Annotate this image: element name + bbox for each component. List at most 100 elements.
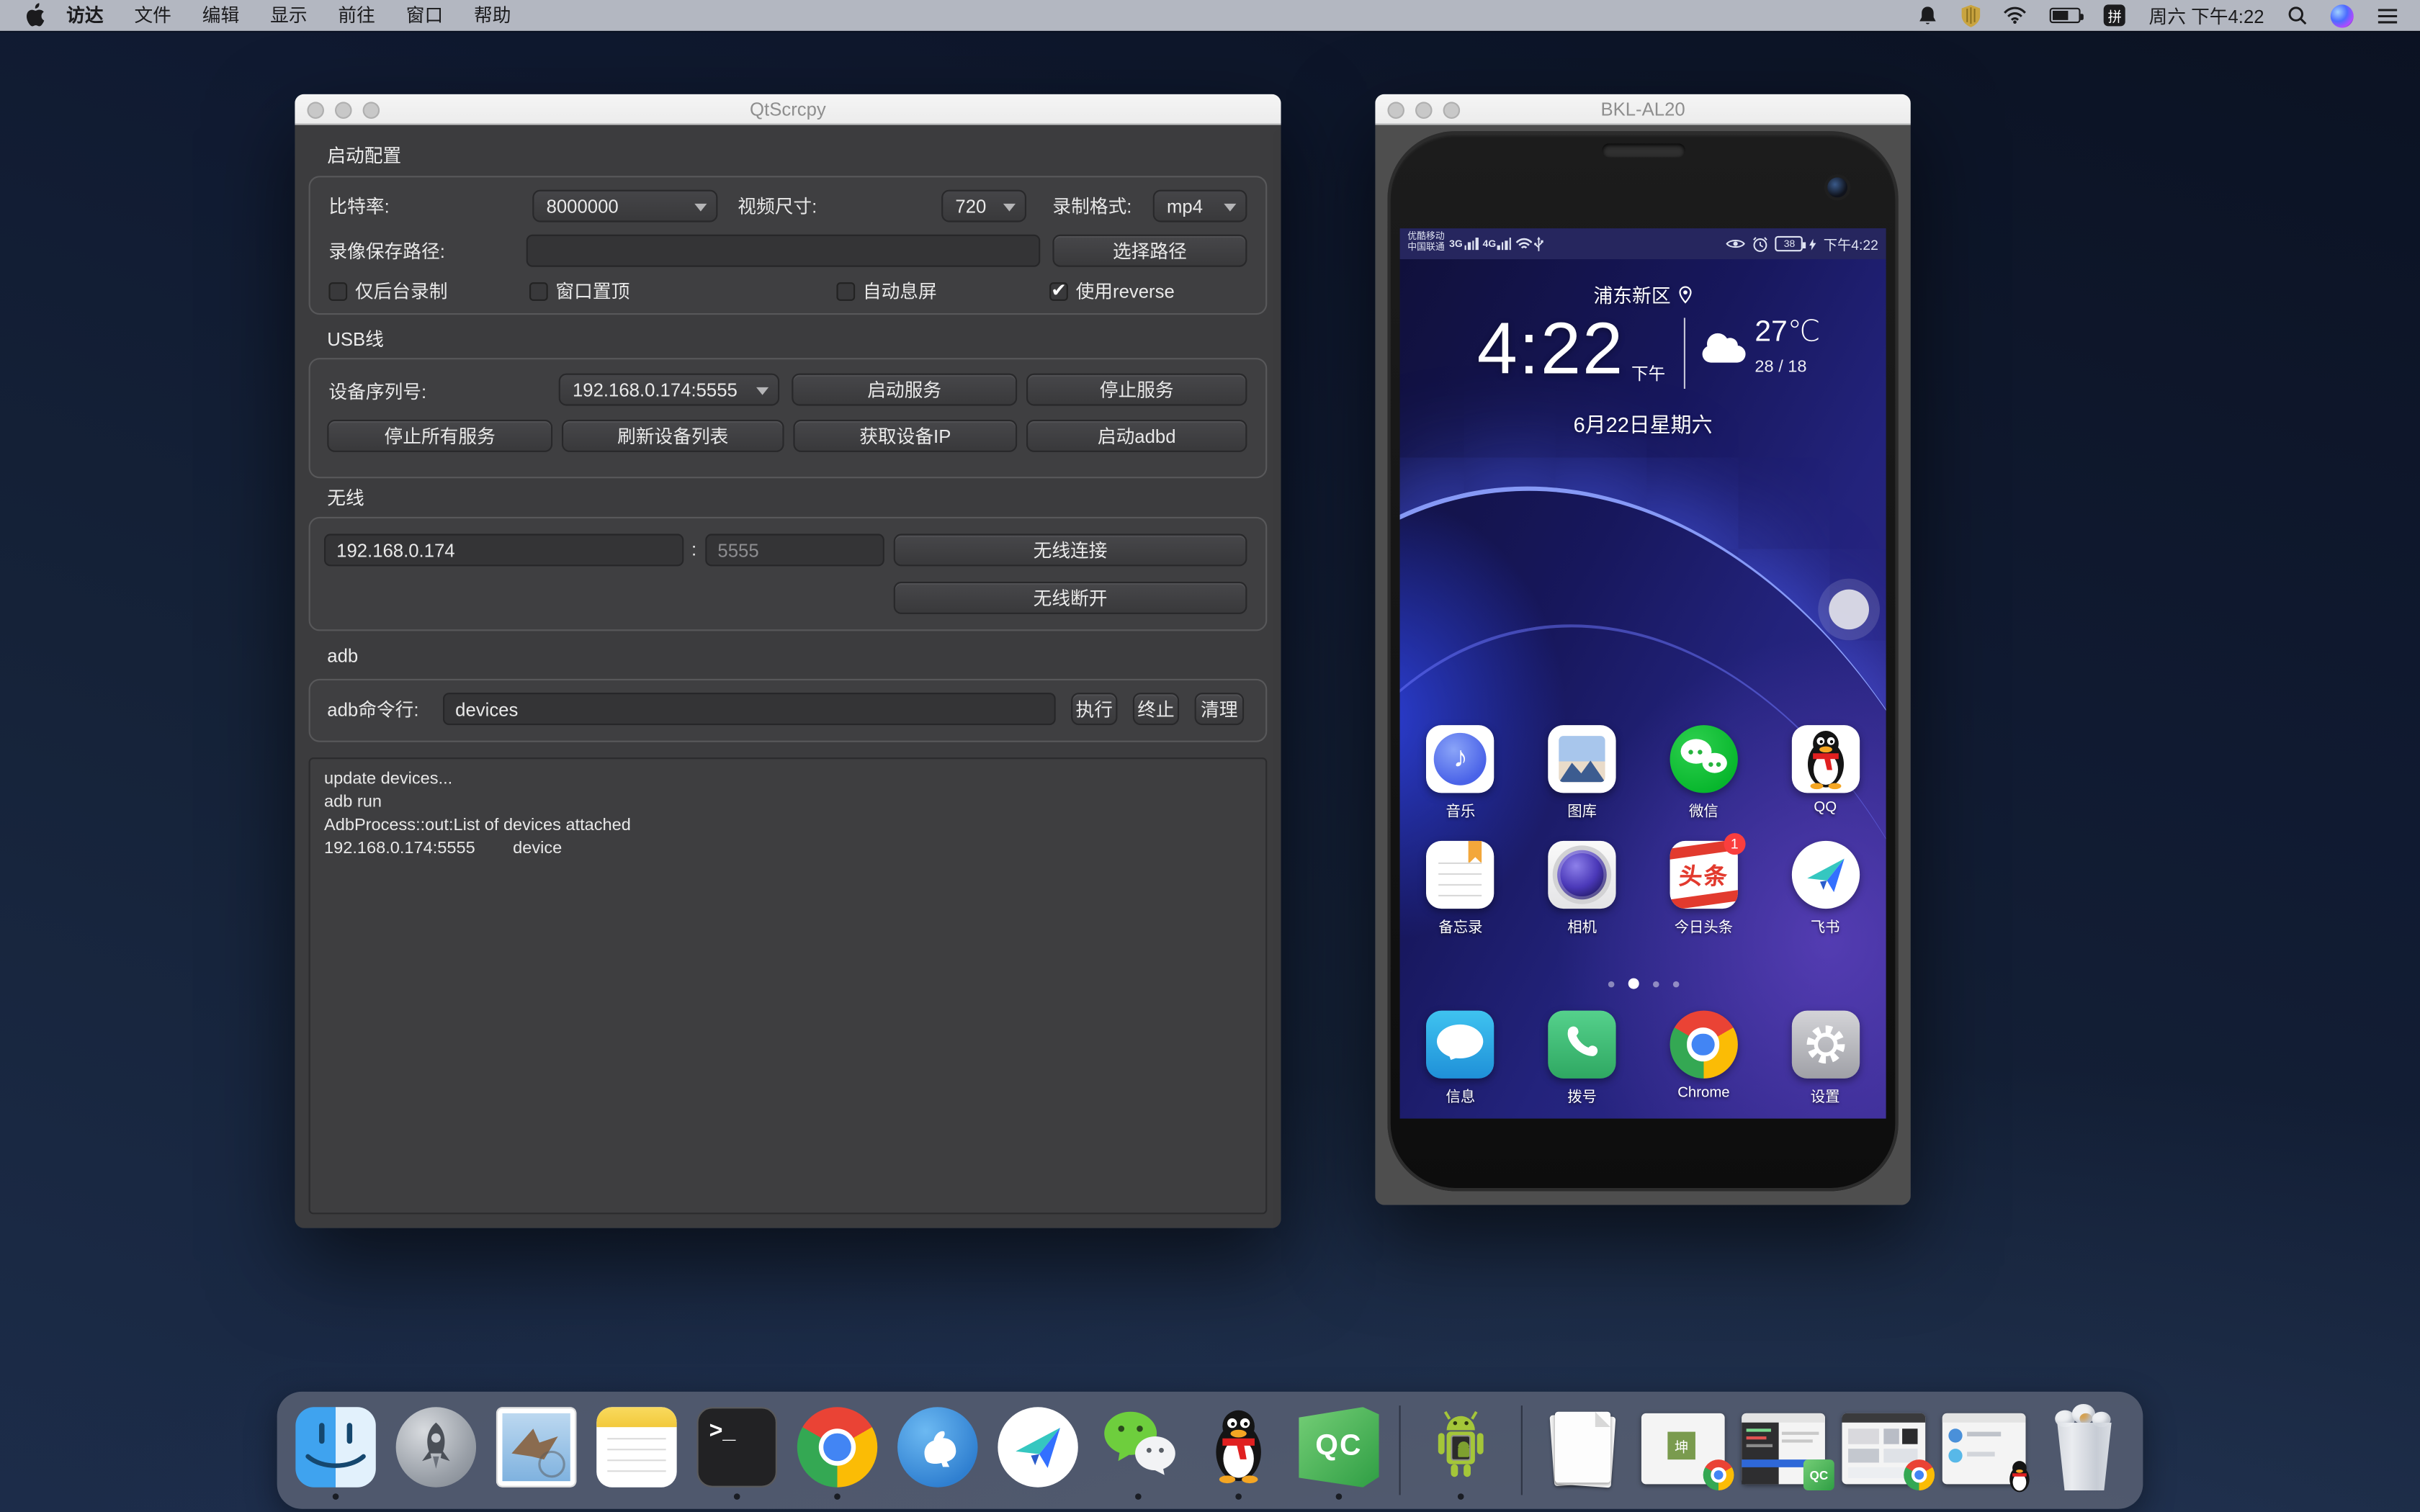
checkbox-box[interactable] — [328, 282, 347, 300]
phone-app-settings[interactable]: 设置 — [1771, 1011, 1879, 1107]
input-method-icon[interactable]: 拼 — [2104, 4, 2125, 26]
phone-app-wechat[interactable]: 微信 — [1649, 725, 1757, 821]
adb-run-button[interactable]: 执行 — [1071, 693, 1117, 725]
dock-minimized-window-qq-chat[interactable] — [1941, 1400, 2027, 1501]
close-button[interactable] — [307, 101, 324, 118]
menu-bar-clock[interactable]: 周六 下午4:22 — [2148, 2, 2264, 28]
dock-minimized-window-kun[interactable]: 坤 — [1640, 1400, 1726, 1501]
dock-item-finder[interactable] — [292, 1400, 379, 1501]
phone-app-messages[interactable]: 信息 — [1407, 1011, 1515, 1107]
section-label-adb: adb — [327, 645, 358, 667]
notifications-bell-icon[interactable] — [1917, 4, 1939, 27]
serial-combobox[interactable]: 192.168.0.174:5555 — [559, 374, 779, 406]
adb-clear-button[interactable]: 清理 — [1195, 693, 1245, 725]
dock-item-mail[interactable] — [493, 1400, 580, 1501]
checkbox-always-on-top[interactable]: 窗口置顶 — [529, 278, 629, 304]
qc-badge-icon: QC — [1803, 1459, 1834, 1490]
recordpath-label: 录像保存路径: — [328, 240, 444, 262]
wireless-disconnect-button[interactable]: 无线断开 — [894, 582, 1247, 614]
dock-item-scrcpy-android[interactable] — [1417, 1400, 1504, 1501]
running-indicator — [1135, 1493, 1142, 1500]
phone-app-toutiao[interactable]: 1 头条 今日头条 — [1649, 841, 1757, 937]
dock-item-trash[interactable] — [2041, 1400, 2128, 1501]
dock-item-seal-app[interactable] — [895, 1400, 981, 1501]
menu-view[interactable]: 显示 — [255, 0, 323, 31]
notification-center-icon[interactable] — [2377, 7, 2398, 24]
stop-all-button[interactable]: 停止所有服务 — [327, 420, 552, 452]
phone-app-qq[interactable]: QQ — [1771, 725, 1879, 821]
dock-item-qtscrcpy[interactable]: QC — [1296, 1400, 1382, 1501]
start-service-button[interactable]: 启动服务 — [792, 374, 1017, 406]
checkbox-screen-off[interactable]: 自动息屏 — [836, 278, 936, 304]
qtscrcpy-titlebar[interactable]: QtScrcpy — [295, 94, 1281, 125]
dock-minimized-window-code[interactable]: QC — [1740, 1400, 1827, 1501]
menu-app-name[interactable]: 访达 — [51, 0, 119, 31]
zoom-button[interactable] — [363, 101, 380, 118]
checkbox-label: 仅后台录制 — [355, 278, 448, 304]
phone-app-gallery[interactable]: 图库 — [1528, 725, 1636, 821]
phone-app-camera[interactable]: 相机 — [1528, 841, 1636, 937]
checkbox-box[interactable] — [1049, 282, 1068, 300]
wifi-icon[interactable] — [2004, 6, 2027, 25]
menu-help[interactable]: 帮助 — [459, 0, 526, 31]
stop-service-button[interactable]: 停止服务 — [1026, 374, 1247, 406]
checkbox-use-reverse[interactable]: 使用reverse — [1049, 278, 1175, 304]
checkbox-box[interactable] — [836, 282, 855, 300]
dock-item-qq[interactable] — [1196, 1400, 1282, 1501]
dock-minimized-window-browser[interactable] — [1840, 1400, 1927, 1501]
location-widget[interactable]: 浦东新区 — [1400, 279, 1886, 309]
adb-kill-button[interactable]: 终止 — [1133, 693, 1179, 725]
serial-value: 192.168.0.174:5555 — [573, 379, 738, 400]
assistive-touch-ball[interactable] — [1829, 590, 1869, 630]
spotlight-search-icon[interactable] — [2287, 4, 2308, 26]
phone-screen[interactable]: 优酷移动 中国联通 3G 4G — [1400, 228, 1886, 1118]
wireless-connect-button[interactable]: 无线连接 — [894, 534, 1247, 566]
videosize-combobox[interactable]: 720 — [941, 190, 1026, 222]
zoom-button[interactable] — [1443, 101, 1461, 118]
wireless-ip-value: 192.168.0.174 — [336, 539, 454, 561]
battery-icon[interactable] — [2050, 8, 2081, 23]
adb-log-output[interactable]: update devices... adb run AdbProcess::ou… — [309, 757, 1268, 1214]
carrier-1: 优酷移动 — [1407, 233, 1444, 244]
phone-app-music[interactable]: ♪ 音乐 — [1407, 725, 1515, 821]
clock-widget[interactable]: 4:22 下午 27℃ 28 / 18 — [1400, 305, 1886, 401]
phone-app-dialer[interactable]: 拨号 — [1528, 1011, 1636, 1107]
menu-edit[interactable]: 编辑 — [187, 0, 254, 31]
dock-item-document-stack[interactable] — [1540, 1400, 1626, 1501]
minimize-button[interactable] — [335, 101, 352, 118]
minimize-button[interactable] — [1415, 101, 1433, 118]
dock-item-notes[interactable] — [593, 1400, 680, 1501]
bitrate-combobox[interactable]: 8000000 — [532, 190, 717, 222]
close-button[interactable] — [1387, 101, 1404, 118]
dock-item-launchpad[interactable] — [393, 1400, 479, 1501]
dock-item-feishu[interactable] — [995, 1400, 1081, 1501]
phone-app-feishu[interactable]: 飞书 — [1771, 841, 1879, 937]
dock-item-terminal[interactable]: >_ — [694, 1400, 780, 1501]
phone-app-notes[interactable]: 备忘录 — [1407, 841, 1515, 937]
apple-menu[interactable] — [22, 3, 51, 27]
chrome-icon — [1670, 1011, 1737, 1079]
menu-file[interactable]: 文件 — [119, 0, 187, 31]
phone-app-chrome[interactable]: Chrome — [1649, 1011, 1757, 1107]
signal-3g: 3G — [1449, 238, 1478, 250]
siri-icon[interactable] — [2331, 4, 2354, 27]
checkbox-background-record[interactable]: 仅后台录制 — [328, 278, 447, 304]
adb-cmd-input[interactable]: devices — [443, 693, 1056, 725]
menu-go[interactable]: 前往 — [323, 0, 390, 31]
get-device-ip-button[interactable]: 获取设备IP — [793, 420, 1017, 452]
format-combobox[interactable]: mp4 — [1153, 190, 1247, 222]
dock-item-wechat[interactable] — [1095, 1400, 1181, 1501]
tunnelblick-shield-icon[interactable] — [1962, 4, 1981, 27]
dock-item-chrome[interactable] — [794, 1400, 881, 1501]
menu-window[interactable]: 窗口 — [390, 0, 458, 31]
checkbox-box[interactable] — [529, 282, 548, 300]
phone-dock-row: 信息 拨号 Chrome — [1400, 1011, 1886, 1107]
choose-path-button[interactable]: 选择路径 — [1052, 235, 1247, 267]
phone-window-titlebar[interactable]: BKL-AL20 — [1375, 94, 1911, 125]
window-thumbnail — [1842, 1413, 1926, 1485]
refresh-devices-button[interactable]: 刷新设备列表 — [562, 420, 784, 452]
wireless-port-input[interactable]: 5555 — [705, 534, 884, 566]
start-adbd-button[interactable]: 启动adbd — [1026, 420, 1247, 452]
recordpath-input[interactable] — [526, 235, 1041, 267]
wireless-ip-input[interactable]: 192.168.0.174 — [324, 534, 684, 566]
